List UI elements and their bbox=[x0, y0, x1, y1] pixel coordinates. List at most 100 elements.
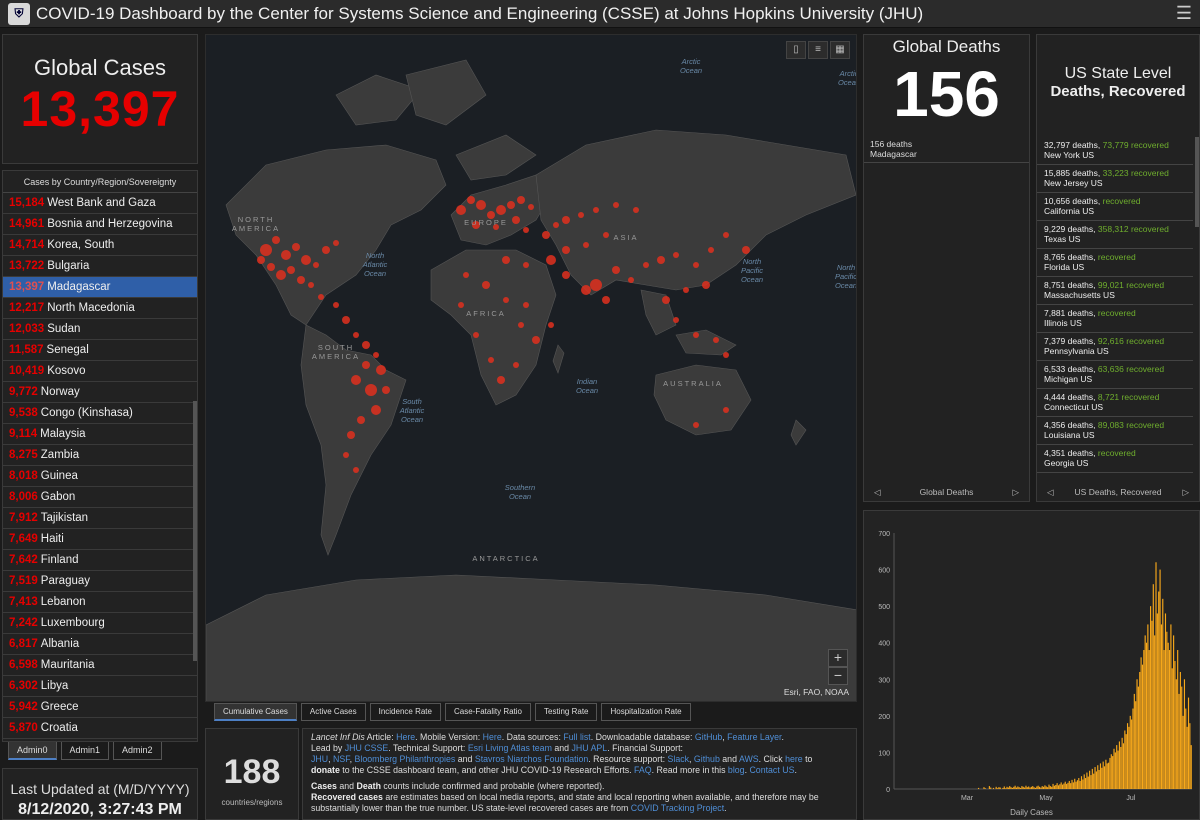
chart-bar[interactable] bbox=[1108, 762, 1110, 789]
case-marker[interactable] bbox=[373, 352, 379, 358]
daily-cases-chart[interactable]: 0 100 200 300 400 500 600 700 Mar May Jul bbox=[864, 511, 1199, 802]
country-row[interactable]: 7,519 Paraguay bbox=[3, 571, 197, 592]
case-marker[interactable] bbox=[523, 262, 529, 268]
chart-bar[interactable] bbox=[1091, 768, 1093, 789]
case-marker[interactable] bbox=[362, 361, 370, 369]
case-marker[interactable] bbox=[292, 243, 300, 251]
chart-bar[interactable] bbox=[1175, 679, 1177, 789]
link-blog[interactable]: blog bbox=[728, 765, 745, 775]
case-marker[interactable] bbox=[351, 375, 361, 385]
chart-bar[interactable] bbox=[1171, 668, 1173, 789]
chart-bar[interactable] bbox=[1036, 786, 1038, 789]
case-marker[interactable] bbox=[313, 262, 319, 268]
zoom-out-button[interactable]: − bbox=[828, 667, 848, 685]
chart-bar[interactable] bbox=[1025, 785, 1027, 789]
country-row[interactable]: 6,302 Libya bbox=[3, 676, 197, 697]
chart-bar[interactable] bbox=[1132, 708, 1134, 789]
chart-bar[interactable] bbox=[1067, 782, 1069, 789]
case-marker[interactable] bbox=[662, 296, 670, 304]
us-state-row[interactable]: 4,351 deaths, recovered Georgia US bbox=[1037, 445, 1193, 473]
link-jhu[interactable]: JHU bbox=[311, 754, 328, 764]
case-marker[interactable] bbox=[376, 365, 386, 375]
chart-bar[interactable] bbox=[1190, 745, 1192, 789]
chart-bar[interactable] bbox=[1087, 776, 1089, 789]
chart-bar[interactable] bbox=[1011, 787, 1013, 789]
link-jhu-apl[interactable]: JHU APL bbox=[572, 743, 608, 753]
chart-bar[interactable] bbox=[1112, 756, 1114, 789]
chart-bar[interactable] bbox=[1154, 635, 1156, 789]
chart-bar[interactable] bbox=[1056, 783, 1058, 789]
chart-bar[interactable] bbox=[1139, 671, 1141, 789]
case-marker[interactable] bbox=[708, 247, 714, 253]
hamburger-menu-icon[interactable]: ☰ bbox=[1176, 3, 1192, 24]
country-row[interactable]: 7,413 Lebanon bbox=[3, 592, 197, 613]
chart-bar[interactable] bbox=[1136, 679, 1138, 789]
chart-bar[interactable] bbox=[998, 787, 1000, 789]
chart-bar[interactable] bbox=[1181, 686, 1183, 789]
case-marker[interactable] bbox=[643, 262, 649, 268]
chart-bar[interactable] bbox=[1151, 620, 1153, 789]
chart-bar[interactable] bbox=[1109, 757, 1111, 789]
chart-bar[interactable] bbox=[1047, 787, 1049, 789]
us-state-row[interactable]: 7,881 deaths, recovered Illinois US bbox=[1037, 305, 1193, 333]
chart-bar[interactable] bbox=[1164, 613, 1167, 789]
chart-bar[interactable] bbox=[1024, 787, 1026, 789]
country-row[interactable]: 11,587 Senegal bbox=[3, 340, 197, 361]
country-row[interactable]: 9,538 Congo (Kinshasa) bbox=[3, 403, 197, 424]
case-marker[interactable] bbox=[657, 256, 665, 264]
case-marker[interactable] bbox=[546, 255, 556, 265]
case-marker[interactable] bbox=[523, 227, 529, 233]
prev-arrow-icon[interactable]: ◁ bbox=[1047, 487, 1054, 498]
chart-bar[interactable] bbox=[1006, 786, 1008, 789]
country-row[interactable]: 10,419 Kosovo bbox=[3, 361, 197, 382]
chart-bar[interactable] bbox=[1019, 787, 1022, 789]
case-marker[interactable] bbox=[702, 281, 710, 289]
case-marker[interactable] bbox=[353, 467, 359, 473]
chart-bar[interactable] bbox=[1066, 783, 1068, 789]
chart-bar[interactable] bbox=[1166, 631, 1168, 789]
chart-bar[interactable] bbox=[1101, 767, 1103, 789]
case-marker[interactable] bbox=[365, 384, 377, 396]
chart-bar[interactable] bbox=[1163, 650, 1165, 789]
link-feature-layer[interactable]: Feature Layer bbox=[727, 732, 781, 742]
us-state-row[interactable]: 9,229 deaths, 358,312 recovered Texas US bbox=[1037, 221, 1193, 249]
case-marker[interactable] bbox=[517, 196, 525, 204]
case-marker[interactable] bbox=[518, 322, 524, 328]
chart-bar[interactable] bbox=[1079, 780, 1081, 789]
case-marker[interactable] bbox=[673, 317, 679, 323]
case-marker[interactable] bbox=[496, 205, 506, 215]
tab-cumulative-cases[interactable]: Cumulative Cases bbox=[214, 703, 297, 721]
tab-hospitalization-rate[interactable]: Hospitalization Rate bbox=[601, 703, 691, 721]
link-donate-here[interactable]: here bbox=[785, 754, 803, 764]
chart-bar[interactable] bbox=[1120, 746, 1122, 789]
chart-bar[interactable] bbox=[1007, 787, 1009, 789]
country-row[interactable]: 14,961 Bosnia and Herzegovina bbox=[3, 214, 197, 235]
country-row[interactable]: 5,942 Greece bbox=[3, 697, 197, 718]
chart-bar[interactable] bbox=[1052, 783, 1054, 789]
case-marker[interactable] bbox=[612, 266, 620, 274]
case-marker[interactable] bbox=[581, 285, 591, 295]
chart-bar[interactable] bbox=[1168, 650, 1171, 789]
chart-bar[interactable] bbox=[1147, 624, 1149, 789]
case-marker[interactable] bbox=[353, 332, 359, 338]
case-marker[interactable] bbox=[257, 256, 265, 264]
chart-bar[interactable] bbox=[1059, 784, 1061, 789]
us-state-row[interactable]: 32,797 deaths, 73,779 recovered New York … bbox=[1037, 137, 1193, 165]
chart-bar[interactable] bbox=[1005, 788, 1007, 789]
chart-bar[interactable] bbox=[1186, 726, 1188, 789]
chart-bar[interactable] bbox=[1179, 671, 1181, 789]
chart-bar[interactable] bbox=[977, 787, 980, 789]
case-marker[interactable] bbox=[333, 240, 339, 246]
chart-bar[interactable] bbox=[1158, 591, 1160, 789]
country-row[interactable]: 13,722 Bulgaria bbox=[3, 256, 197, 277]
case-marker[interactable] bbox=[497, 376, 505, 384]
chart-bar[interactable] bbox=[1097, 765, 1099, 789]
case-marker[interactable] bbox=[318, 294, 324, 300]
tab-admin2[interactable]: Admin2 bbox=[113, 742, 162, 760]
chart-bar[interactable] bbox=[995, 786, 997, 789]
country-row[interactable]: 6,817 Albania bbox=[3, 634, 197, 655]
chart-bar[interactable] bbox=[1034, 787, 1037, 789]
link-article[interactable]: Here bbox=[396, 732, 415, 742]
chart-bar[interactable] bbox=[1041, 786, 1043, 789]
chart-bar[interactable] bbox=[1061, 784, 1064, 789]
